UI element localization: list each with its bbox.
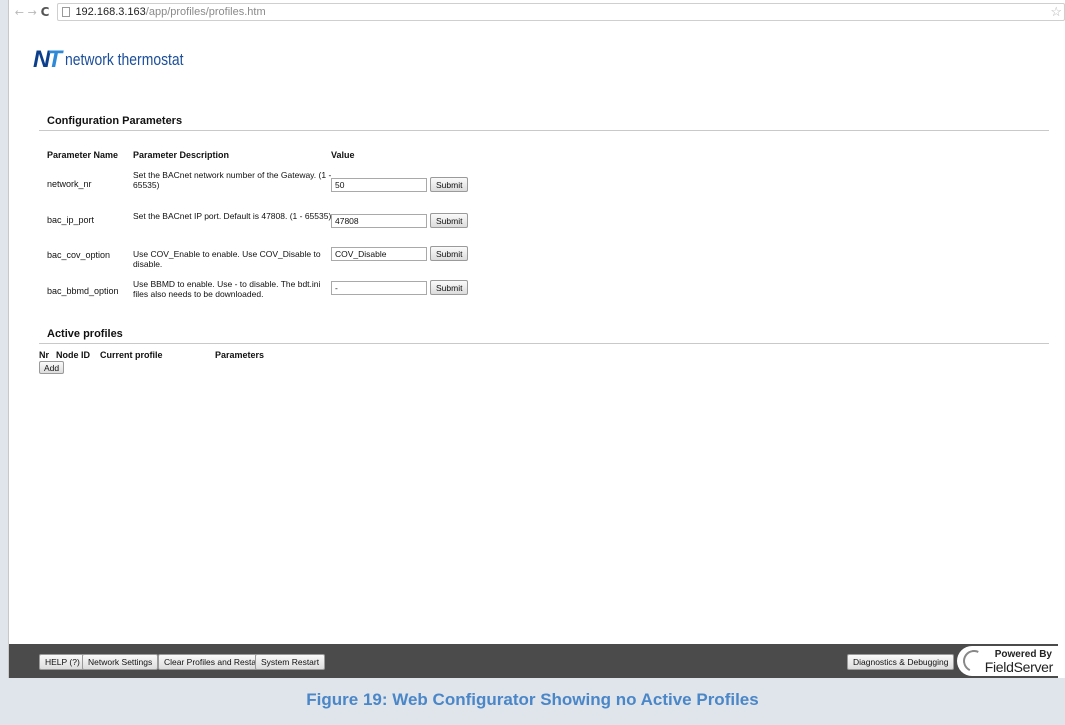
param-row-network-nr: network_nr Set the BACnet network number… [9, 168, 1065, 198]
diagnostics-debugging-button[interactable]: Diagnostics & Debugging [847, 654, 955, 670]
browser-toolbar: ← → C 192.168.3.163 /app/profiles/profil… [9, 0, 1065, 24]
logo-text: network thermostat [65, 50, 184, 69]
param-name: bac_ip_port [47, 215, 95, 225]
bac-bbmd-option-submit-button[interactable]: Submit [430, 280, 469, 295]
address-bar[interactable]: 192.168.3.163 /app/profiles/profiles.htm… [57, 3, 1065, 21]
back-arrow-icon[interactable]: ← [13, 6, 26, 19]
bookmark-star-icon[interactable]: ☆ [1050, 4, 1062, 20]
profiles-section-title: Active profiles [47, 328, 123, 340]
param-row-bac-ip-port: bac_ip_port Set the BACnet IP port. Defa… [9, 206, 1065, 236]
add-profile-button[interactable]: Add [39, 361, 65, 374]
browser-window: ← → C 192.168.3.163 /app/profiles/profil… [8, 0, 1065, 678]
param-name: bac_bbmd_option [47, 286, 119, 296]
bac-ip-port-submit-button[interactable]: Submit [430, 213, 469, 228]
header-parameter-description: Parameter Description [133, 150, 230, 160]
network-nr-submit-button[interactable]: Submit [430, 177, 469, 192]
network-nr-input[interactable]: 50 [331, 178, 427, 192]
network-settings-button[interactable]: Network Settings [82, 654, 159, 670]
reload-icon[interactable]: C [39, 5, 52, 19]
param-description: Use COV_Enable to enable. Use COV_Disabl… [133, 249, 321, 269]
config-divider [39, 130, 1049, 131]
header-current-profile: Current profile [100, 350, 163, 360]
header-parameters: Parameters [215, 350, 265, 360]
header-nr: Nr [39, 350, 50, 360]
bac-ip-port-input[interactable]: 47808 [331, 214, 427, 228]
param-name: network_nr [47, 179, 92, 189]
logo-mark: NT [33, 46, 62, 73]
network-thermostat-logo: NT network thermostat [33, 48, 210, 72]
powered-by-fieldserver-logo: Powered By FieldServer [957, 646, 1058, 676]
bac-cov-option-input[interactable]: COV_Disable [331, 247, 427, 261]
clear-profiles-restart-button[interactable]: Clear Profiles and Restart [158, 654, 268, 670]
url-path: /app/profiles/profiles.htm [145, 6, 266, 18]
profiles-divider [39, 343, 1049, 344]
forward-arrow-icon[interactable]: → [26, 6, 39, 19]
footer-bar: HELP (?) Network Settings Clear Profiles… [9, 644, 1058, 678]
bac-cov-option-submit-button[interactable]: Submit [430, 246, 469, 261]
figure-frame: ← → C 192.168.3.163 /app/profiles/profil… [0, 0, 1065, 725]
param-row-bac-bbmd-option: bac_bbmd_option Use BBMD to enable. Use … [9, 274, 1065, 304]
fieldserver-text: FieldServer [984, 659, 1054, 675]
bac-bbmd-option-input[interactable]: - [331, 281, 427, 295]
header-node-id: Node ID [56, 350, 91, 360]
param-name: bac_cov_option [47, 250, 111, 260]
param-row-bac-cov-option: bac_cov_option Use COV_Enable to enable.… [9, 241, 1065, 271]
config-section-title: Configuration Parameters [47, 115, 183, 127]
header-parameter-name: Parameter Name [47, 150, 119, 160]
figure-caption: Figure 19: Web Configurator Showing no A… [306, 690, 759, 709]
param-description: Use BBMD to enable. Use - to disable. Th… [133, 279, 321, 299]
header-value: Value [331, 150, 355, 160]
page-icon [62, 7, 71, 17]
help-button[interactable]: HELP (?) [39, 654, 86, 670]
param-description: Set the BACnet IP port. Default is 47808… [133, 211, 332, 221]
param-description: Set the BACnet network number of the Gat… [133, 170, 332, 190]
system-restart-button[interactable]: System Restart [255, 654, 326, 670]
url-host: 192.168.3.163 [75, 6, 146, 18]
